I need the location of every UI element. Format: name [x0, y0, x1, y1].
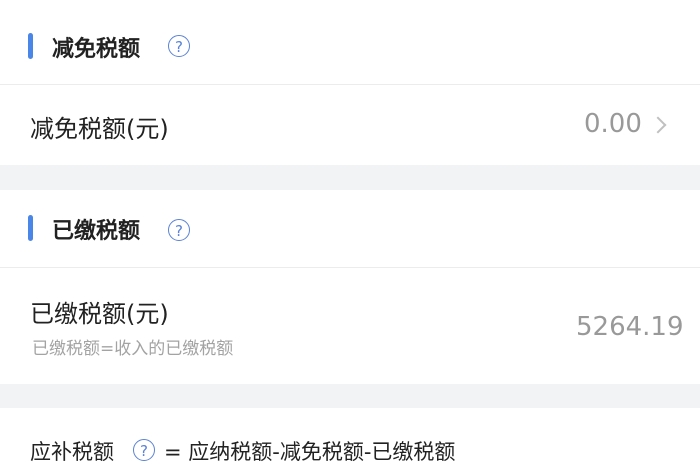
paid-row: 已缴税额(元) 已缴税额=收入的已缴税额 5264.19: [0, 268, 700, 384]
section-title-reduction: 减免税额: [52, 37, 141, 62]
section-accent-bar: [28, 215, 33, 241]
paid-row-label: 已缴税额(元): [30, 300, 169, 328]
help-icon[interactable]: ?: [168, 35, 190, 57]
help-icon[interactable]: ?: [168, 219, 190, 241]
section-accent-bar: [28, 33, 33, 59]
reduction-row-label: 减免税额(元): [30, 115, 169, 143]
formula-text: = 应纳税额-减免税额-已缴税额: [164, 440, 456, 464]
formula-card: 应补税额 ? = 应纳税额-减免税额-已缴税额: [0, 408, 700, 470]
reduction-card: 减免税额 ? 减免税额(元) 0.00: [0, 0, 700, 165]
chevron-right-icon: [649, 116, 667, 134]
paid-card: 已缴税额 ? 已缴税额(元) 已缴税额=收入的已缴税额 5264.19: [0, 190, 700, 384]
help-icon[interactable]: ?: [133, 439, 155, 461]
section-title-paid: 已缴税额: [52, 219, 141, 244]
reduction-row[interactable]: 减免税额(元) 0.00: [0, 85, 700, 165]
paid-row-subtitle: 已缴税额=收入的已缴税额: [32, 339, 234, 359]
reduction-row-value: 0.00: [584, 109, 642, 139]
formula-label: 应补税额: [30, 440, 114, 464]
paid-row-value: 5264.19: [576, 312, 684, 342]
